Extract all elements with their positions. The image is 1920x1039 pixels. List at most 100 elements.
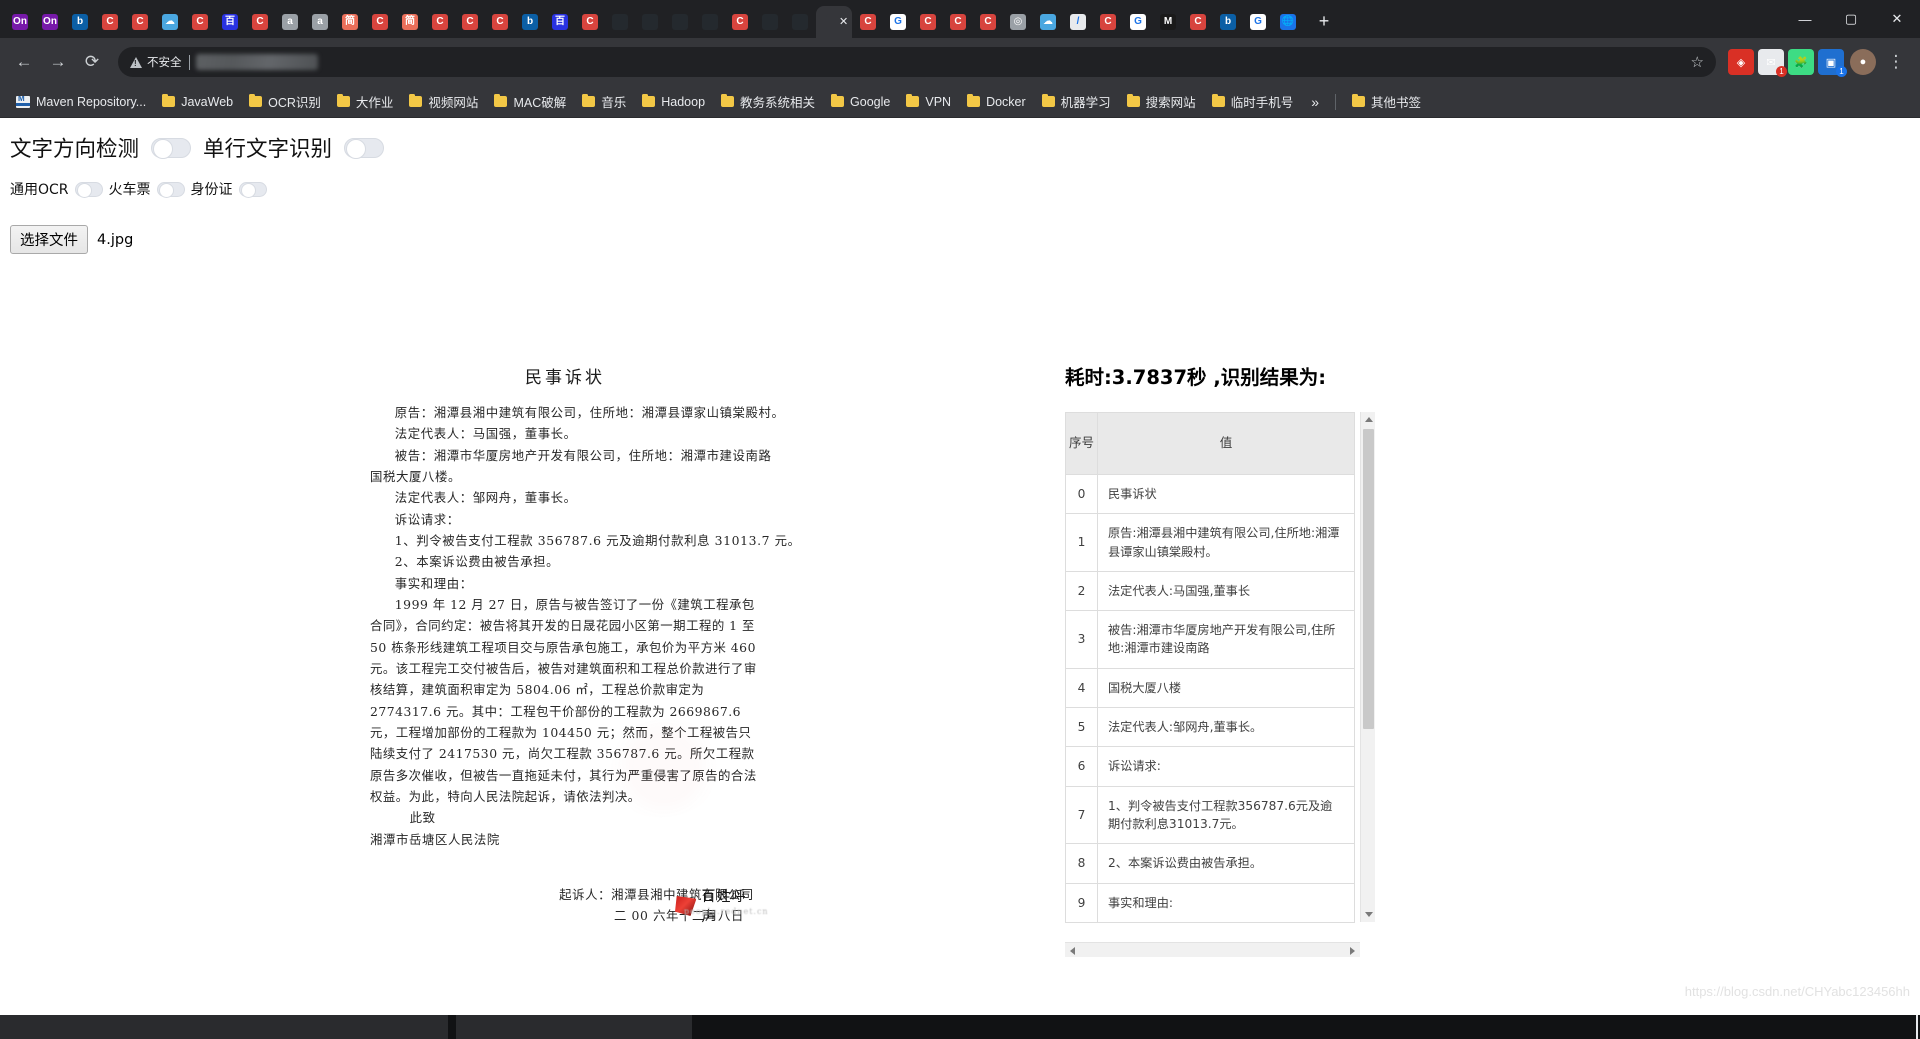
bookmark-item-1[interactable]: JavaWeb xyxy=(154,92,241,112)
scroll-up-icon[interactable] xyxy=(1361,412,1375,427)
reload-icon[interactable]: ⟳ xyxy=(76,46,108,78)
csdn-tab-14[interactable]: C xyxy=(974,6,1002,38)
csdn-tab-3[interactable]: C xyxy=(186,6,214,38)
doc-tab-1[interactable]: a xyxy=(276,6,304,38)
close-window-button[interactable]: ✕ xyxy=(1874,0,1920,38)
result-table: 序号 值 0 民事诉状 1 原告:湘潭县湘中建筑有限公司,住所地:湘潭县谭家山镇棠殿村… xyxy=(1065,412,1355,923)
bookmark-item-2[interactable]: OCR识别 xyxy=(241,89,329,114)
tab-favicon: C xyxy=(372,14,388,30)
id-card-toggle[interactable] xyxy=(238,181,267,198)
csdn-tab-8[interactable]: C xyxy=(486,6,514,38)
extension-puzzle[interactable]: 🧩 xyxy=(1788,49,1814,75)
github-tab-6[interactable] xyxy=(786,6,814,38)
medium-tab[interactable]: M xyxy=(1154,6,1182,38)
csdn-tab-13[interactable]: C xyxy=(944,6,972,38)
bookmarks-overflow-icon[interactable]: » xyxy=(1303,94,1327,110)
table-vertical-scrollbar[interactable] xyxy=(1360,412,1375,922)
table-horizontal-scrollbar[interactable] xyxy=(1065,942,1360,957)
bing-tab-2[interactable]: b xyxy=(516,6,544,38)
bookmark-star-icon[interactable]: ☆ xyxy=(1691,53,1704,71)
cloud-tab-2[interactable]: ☁ xyxy=(1034,6,1062,38)
csdn-tab-7[interactable]: C xyxy=(456,6,484,38)
csdn-tab-2[interactable]: C xyxy=(126,6,154,38)
doc-line-5: 诉讼请求： xyxy=(394,511,460,527)
train-ticket-toggle[interactable] xyxy=(156,181,185,198)
bookmark-item-5[interactable]: MAC破解 xyxy=(486,89,574,114)
csdn-tab-1[interactable]: C xyxy=(96,6,124,38)
onenote-tab-2[interactable]: On xyxy=(36,6,64,38)
google-tab-1[interactable]: G xyxy=(884,6,912,38)
csdn-tab-15[interactable]: C xyxy=(1094,6,1122,38)
forward-icon[interactable]: → xyxy=(42,46,74,78)
csdn-tab-12[interactable]: C xyxy=(914,6,942,38)
extension-red[interactable]: ◈ xyxy=(1728,49,1754,75)
csdn-tab-10[interactable]: C xyxy=(726,6,754,38)
choose-file-button[interactable]: 选择文件 xyxy=(10,225,88,254)
globe-tab[interactable]: 🌐 xyxy=(1274,6,1302,38)
scroll-left-icon[interactable] xyxy=(1065,943,1080,957)
tab-favicon xyxy=(792,14,808,30)
selected-file-name: 4.jpg xyxy=(97,231,134,248)
address-bar[interactable]: 不安全 ☆ xyxy=(118,47,1716,77)
github-tab-4[interactable] xyxy=(696,6,724,38)
baidu-tab-2[interactable]: 百 xyxy=(546,6,574,38)
jianshu-tab-2[interactable]: 简 xyxy=(396,6,424,38)
security-warning[interactable]: 不安全 xyxy=(130,54,182,70)
cloud-tab[interactable]: ☁ xyxy=(156,6,184,38)
active-ocr-tab[interactable]: ✕ xyxy=(816,6,852,38)
gray-tab[interactable]: ◎ xyxy=(1004,6,1032,38)
bookmark-label: Google xyxy=(850,94,891,109)
jianshu-tab-1[interactable]: 简 xyxy=(336,6,364,38)
bookmark-item-3[interactable]: 大作业 xyxy=(329,89,402,114)
csdn-tab-9[interactable]: C xyxy=(576,6,604,38)
bookmark-item-7[interactable]: Hadoop xyxy=(634,92,713,112)
bookmark-item-14[interactable]: 临时手机号 xyxy=(1204,89,1302,114)
doc-tab-2[interactable]: a xyxy=(306,6,334,38)
vertical-scroll-thumb[interactable] xyxy=(1363,429,1374,729)
bookmark-item-6[interactable]: 音乐 xyxy=(574,89,634,114)
bookmark-item-0[interactable]: Maven Repository... xyxy=(8,92,154,112)
github-tab-5[interactable] xyxy=(756,6,784,38)
csdn-tab-6[interactable]: C xyxy=(426,6,454,38)
bookmark-label: JavaWeb xyxy=(181,94,234,109)
github-tab-1[interactable] xyxy=(606,6,634,38)
csdn-tab-16[interactable]: C xyxy=(1184,6,1212,38)
minimize-button[interactable]: — xyxy=(1782,0,1828,38)
google-tab-2[interactable]: G xyxy=(1124,6,1152,38)
csdn-tab-4[interactable]: C xyxy=(246,6,274,38)
onenote-tab-1[interactable]: On xyxy=(6,6,34,38)
bookmark-item-9[interactable]: Google xyxy=(823,92,898,112)
bookmark-item-4[interactable]: 视频网站 xyxy=(401,89,486,114)
baidu-tab[interactable]: 百 xyxy=(216,6,244,38)
bing-tab-3[interactable]: b xyxy=(1214,6,1242,38)
github-tab-2[interactable] xyxy=(636,6,664,38)
bookmark-item-13[interactable]: 搜索网站 xyxy=(1119,89,1204,114)
doc-line-1: 法定代表人：马国强，董事长。 xyxy=(394,426,577,442)
other-bookmarks-folder[interactable]: 其他书签 xyxy=(1344,89,1429,114)
back-icon[interactable]: ← xyxy=(8,46,40,78)
extension-mail[interactable]: ✉ 1 xyxy=(1758,49,1787,77)
bookmark-item-10[interactable]: VPN xyxy=(898,92,959,112)
tab-favicon: C xyxy=(492,14,508,30)
google-tab-3[interactable]: G xyxy=(1244,6,1272,38)
bookmark-item-12[interactable]: 机器学习 xyxy=(1034,89,1119,114)
extension-blue[interactable]: ▣ 1 xyxy=(1818,49,1847,77)
scroll-down-icon[interactable] xyxy=(1361,907,1375,922)
editor-tab[interactable]: / xyxy=(1064,6,1092,38)
chrome-menu-icon[interactable]: ⋮ xyxy=(1880,46,1912,78)
github-tab-3[interactable] xyxy=(666,6,694,38)
close-tab-icon[interactable]: ✕ xyxy=(839,17,849,28)
maximize-button[interactable]: ▢ xyxy=(1828,0,1874,38)
direction-detect-toggle[interactable] xyxy=(151,137,192,159)
bookmark-item-8[interactable]: 教务系统相关 xyxy=(713,89,823,114)
csdn-tab-5[interactable]: C xyxy=(366,6,394,38)
single-line-toggle[interactable] xyxy=(344,137,385,159)
bing-tab[interactable]: b xyxy=(66,6,94,38)
general-ocr-toggle[interactable] xyxy=(74,181,103,198)
url-input[interactable] xyxy=(188,53,1685,70)
bookmark-item-11[interactable]: Docker xyxy=(959,92,1034,112)
avatar[interactable]: ● xyxy=(1850,49,1876,75)
new-tab-button[interactable]: + xyxy=(1310,7,1338,35)
csdn-tab-11[interactable]: C xyxy=(854,6,882,38)
scroll-right-icon[interactable] xyxy=(1345,943,1360,957)
